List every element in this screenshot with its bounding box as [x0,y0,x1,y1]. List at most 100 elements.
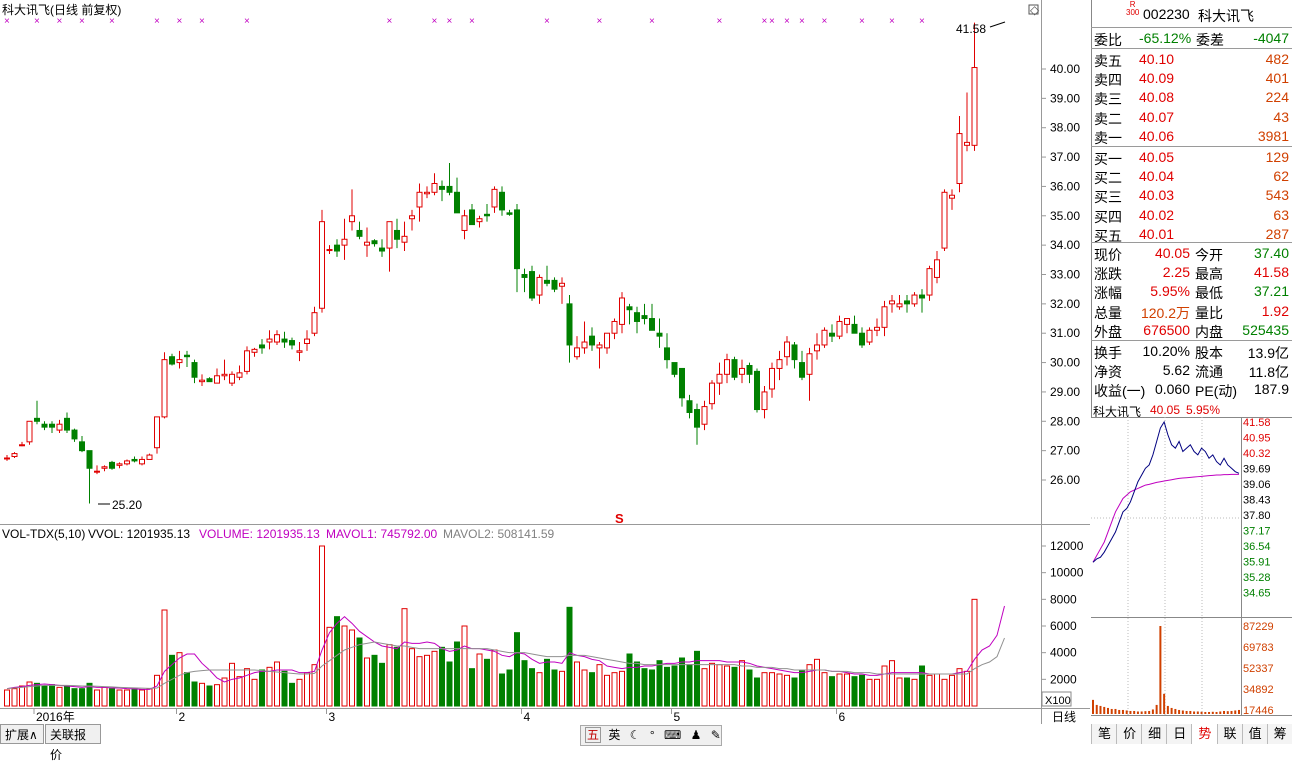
level-volume: 62 [1273,168,1289,185]
intraday-volume-tick: 52337 [1243,663,1274,675]
price-tick-label: 29.00 [1050,385,1080,399]
stat-label: 流通 [1195,364,1223,381]
volume-bar [859,674,865,707]
level-price: 40.06 [1139,127,1175,144]
stat-value: 10.20% [1142,343,1190,359]
volume-bar [56,686,63,707]
volume-bar [71,688,78,707]
volume-bar [904,677,910,707]
quote-stat-row: 外盘 676500 内盘 525435 [1092,321,1292,340]
signal-x-mark: × [432,16,438,27]
signal-x-mark: × [469,16,475,27]
right-tab-4[interactable]: 势 [1191,724,1218,744]
volume-tick-label: 8000 [1050,592,1077,606]
stat-label: 现价 [1094,247,1122,263]
volume-bar [409,648,415,707]
candle-body [611,320,618,334]
intraday-volume-bar [1219,711,1222,714]
volume-bar [514,632,520,707]
kline-chart[interactable]: 40.00 39.00 38.00 37.00 36.00 35.00 34.00 33.00… [0,0,1090,724]
volume-bar [739,660,745,707]
signal-x-mark: × [387,16,393,27]
signal-x-mark: × [544,16,550,27]
stat-value: 37.40 [1253,245,1289,261]
intraday-volume-bar [1208,711,1211,714]
english-mode-icon[interactable]: 英 [608,728,620,742]
expand-tab[interactable]: 扩展∧ [0,724,44,744]
candle-body [19,444,25,447]
volume-bar [161,609,168,707]
volume-bar [476,653,483,707]
right-tab-0[interactable]: 笔 [1091,724,1117,744]
volume-bar [416,656,423,707]
candle-body [251,348,258,353]
stat-label: 最高 [1195,266,1223,283]
related-quotes-tab[interactable]: 关联报价 [45,724,101,762]
intraday-price-tick: 39.69 [1243,464,1271,476]
candle-body [641,315,648,320]
stat-label: 内盘 [1195,323,1223,340]
intraday-volume-bar [1178,709,1181,714]
intraday-volume-bar [1189,710,1192,714]
candle-body [649,318,655,331]
candle-body [709,382,715,405]
signal-x-mark: × [919,16,925,27]
vol-indicator-name: VOL-TDX(5,10) [2,527,85,541]
candle-body [551,279,558,290]
candle-body [64,417,70,431]
intraday-volume-bar [1166,705,1169,714]
signal-x-mark: × [34,16,40,27]
volume-bar [566,606,573,707]
intraday-price-tick: 36.54 [1243,541,1271,553]
intraday-volume-bar [1163,693,1166,714]
volume-bar [154,674,160,707]
candle-body [686,400,693,413]
candle-body [326,249,333,252]
volume-bar [296,678,303,707]
volume-bar [79,688,85,707]
level-label: 买四 [1094,208,1122,225]
volume-bar [919,665,925,707]
volume-bar [251,678,258,707]
wrench-icon[interactable]: ✎ [711,728,721,742]
volume-bar [206,685,213,707]
candle-body [461,215,468,231]
right-tab-6[interactable]: 值 [1241,724,1268,744]
volume-bar [386,644,393,707]
intraday-volume-bar [1230,710,1233,714]
price-tick-label: 27.00 [1050,444,1080,458]
candle-body [566,303,573,346]
stat-value: 5.62 [1162,362,1190,379]
right-tab-2[interactable]: 细 [1141,724,1168,744]
order-book-row: 卖三 40.08 224 [1092,88,1292,107]
right-tab-7[interactable]: 筹 [1266,724,1292,744]
level-volume: 129 [1265,149,1289,165]
volume-bar [431,650,438,707]
wubi-icon[interactable]: 五 [585,727,602,743]
level-volume: 482 [1265,51,1289,67]
volume-bar [889,660,895,707]
volume-bar [454,641,460,707]
stock-name: 科大讯飞 [1198,8,1254,24]
stat-label: 收益(一) [1094,383,1146,400]
order-book-row: 买一 40.05 129 [1092,148,1292,167]
candle-body [431,182,438,193]
intraday-volume-bar [1196,711,1199,714]
candle-body [739,367,745,375]
candle-body [821,329,828,346]
ime-toolbar[interactable]: 五 英 ☾ ° ⌨ ♟ ✎ [580,725,722,746]
candle-body [296,350,303,353]
order-book-row: 买三 40.03 543 [1092,186,1292,205]
right-tab-3[interactable]: 日 [1166,724,1193,744]
dot-icon[interactable]: ° [650,728,655,742]
right-tab-5[interactable]: 联 [1216,724,1243,744]
user-icon[interactable]: ♟ [691,728,702,742]
candle-body [701,406,708,425]
stock-code: 002230 [1143,6,1190,22]
moon-icon[interactable]: ☾ [630,728,641,742]
intraday-chart[interactable]: 41.58 40.95 40.32 39.69 39.06 38.43 37.80 37.17… [1091,417,1292,724]
keyboard-icon[interactable]: ⌨ [664,728,681,742]
period-label[interactable]: 日线 [1052,710,1076,724]
mavol2-value: MAVOL2: 508141.59 [443,527,555,541]
right-tab-1[interactable]: 价 [1116,724,1143,744]
